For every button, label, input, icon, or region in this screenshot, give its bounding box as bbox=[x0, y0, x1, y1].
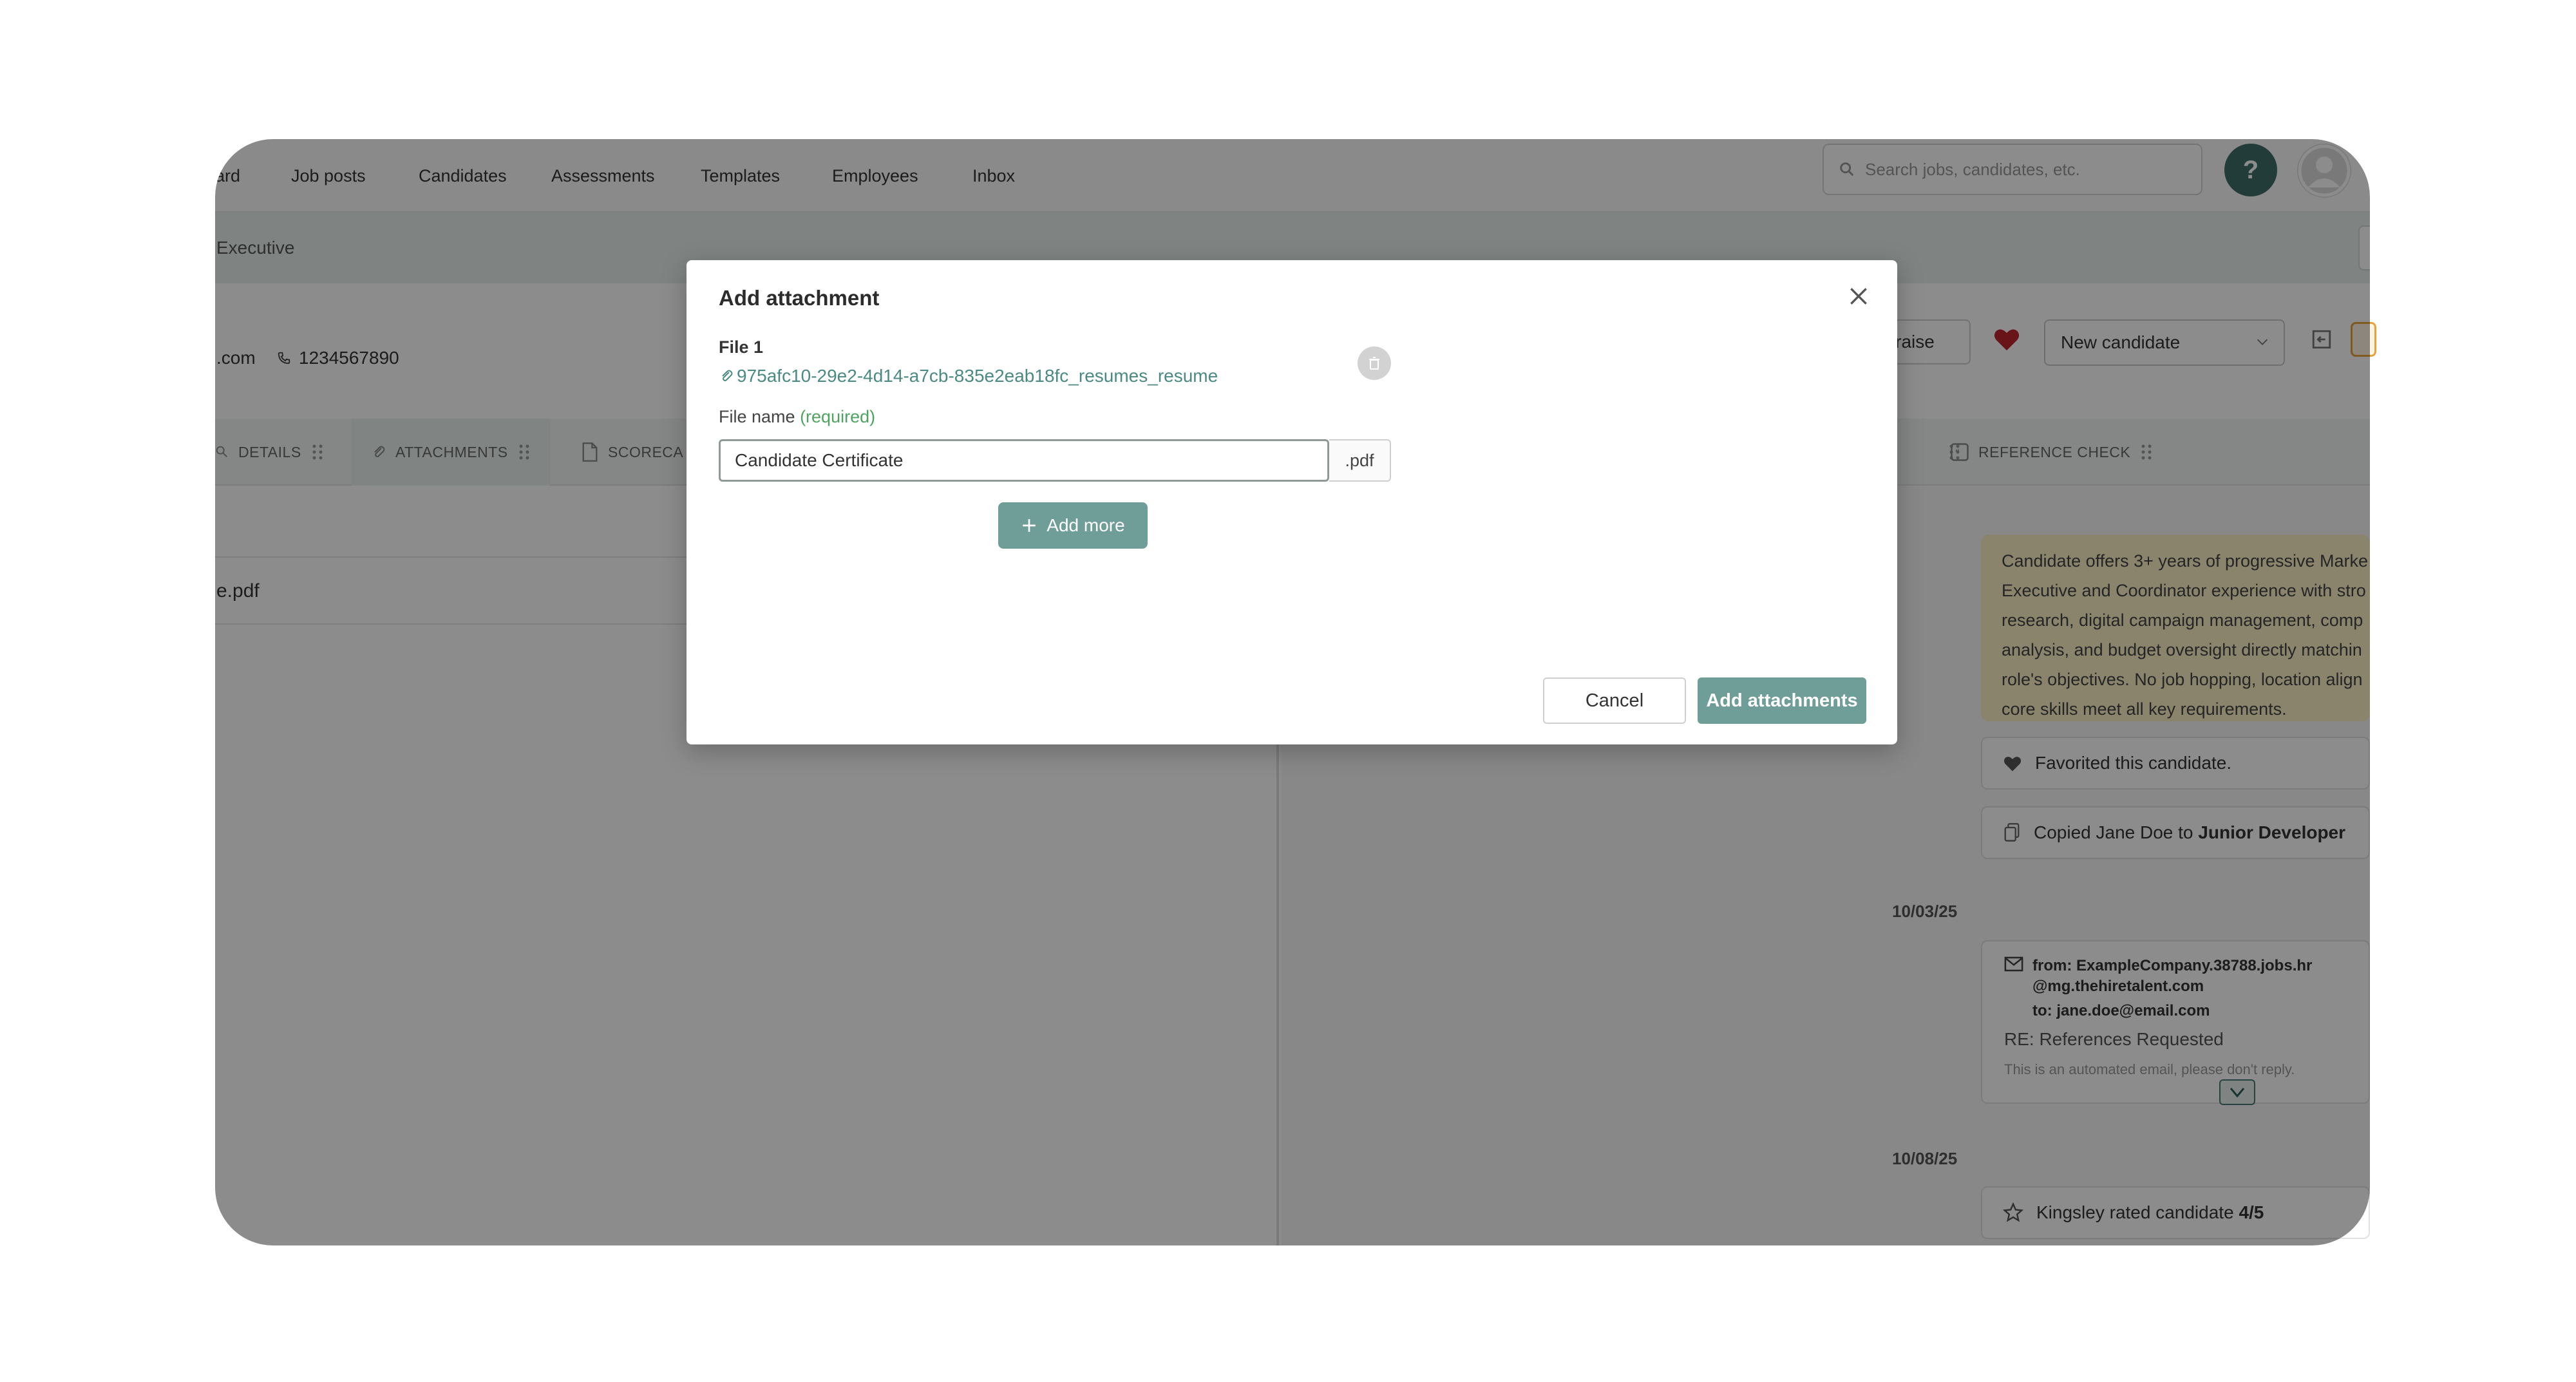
file-name-label-text: File name bbox=[719, 407, 795, 426]
file-extension: .pdf bbox=[1329, 439, 1391, 482]
add-more-button[interactable]: Add more bbox=[998, 502, 1148, 549]
delete-file-button[interactable] bbox=[1358, 346, 1391, 380]
dialog-title: Add attachment bbox=[719, 286, 880, 310]
trash-icon bbox=[1369, 357, 1379, 370]
plus-icon bbox=[1023, 519, 1036, 532]
add-attachments-button[interactable]: Add attachments bbox=[1698, 677, 1866, 724]
close-icon[interactable] bbox=[1846, 283, 1871, 309]
file-name-input[interactable] bbox=[719, 439, 1329, 482]
cancel-button[interactable]: Cancel bbox=[1543, 677, 1686, 724]
paperclip-icon bbox=[722, 370, 733, 381]
file-1-link[interactable]: 975afc10-29e2-4d14-a7cb-835e2eab18fc_res… bbox=[719, 366, 1218, 386]
add-more-label: Add more bbox=[1046, 515, 1125, 535]
file-1-label: File 1 bbox=[719, 337, 764, 357]
add-attachment-dialog: Add attachment File 1 975afc10-29e2-4d14… bbox=[687, 260, 1897, 744]
required-indicator: (required) bbox=[800, 407, 876, 426]
file-1-name: 975afc10-29e2-4d14-a7cb-835e2eab18fc_res… bbox=[737, 366, 1218, 386]
file-name-label: File name (required) bbox=[719, 407, 875, 427]
